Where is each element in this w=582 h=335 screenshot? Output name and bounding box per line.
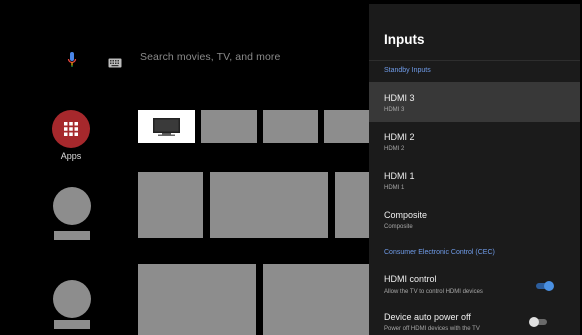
input-hdmi-1[interactable]: HDMI 1 HDMI 1: [369, 162, 580, 200]
input-hdmi-3[interactable]: HDMI 3 HDMI 3: [369, 82, 580, 122]
divider: [369, 60, 580, 61]
mic-icon[interactable]: [66, 51, 78, 69]
apps-label: Apps: [60, 151, 82, 161]
hdmi-control-setting[interactable]: HDMI control Allow the TV to control HDM…: [369, 266, 580, 300]
input-subtitle: HDMI 2: [384, 146, 405, 152]
device-auto-power-off-setting[interactable]: Device auto power off Power off HDMI dev…: [369, 304, 580, 335]
keyboard-icon[interactable]: [108, 55, 122, 68]
content-tile[interactable]: [335, 172, 369, 238]
input-title: Composite: [384, 210, 428, 220]
inputs-panel: Inputs Standby Inputs HDMI 3 HDMI 3 HDMI…: [369, 4, 580, 335]
input-subtitle: HDMI 1: [384, 185, 405, 191]
content-tile[interactable]: [138, 172, 203, 238]
search-input[interactable]: Search movies, TV, and more: [140, 51, 280, 63]
toggle-knob: [544, 281, 554, 291]
hdmi-control-toggle[interactable]: [534, 281, 554, 291]
content-tile[interactable]: [138, 264, 256, 335]
channel-label-placeholder: [54, 231, 90, 240]
app-tile[interactable]: [324, 110, 369, 143]
tv-screen: Search movies, TV, and more Apps Inputs …: [2, 4, 580, 335]
toggle-knob: [529, 317, 539, 327]
panel-title: Inputs: [384, 32, 425, 47]
channel-label-placeholder: [54, 320, 90, 329]
tv-icon: [153, 118, 180, 136]
channel-avatar[interactable]: [53, 280, 91, 318]
setting-title: HDMI control: [384, 274, 437, 284]
setting-title: Device auto power off: [384, 312, 471, 322]
standby-inputs-header: Standby Inputs: [384, 67, 431, 74]
channel-avatar[interactable]: [53, 187, 91, 225]
content-tile[interactable]: [210, 172, 328, 238]
input-subtitle: HDMI 3: [384, 107, 405, 113]
input-title: HDMI 1: [384, 171, 415, 181]
input-title: HDMI 2: [384, 132, 415, 142]
setting-subtitle: Allow the TV to control HDMI devices: [384, 289, 483, 295]
app-tile[interactable]: [263, 110, 318, 143]
device-auto-power-off-toggle[interactable]: [529, 317, 549, 327]
content-tile[interactable]: [263, 264, 369, 335]
tv-input-tile[interactable]: [138, 110, 195, 143]
input-composite[interactable]: Composite Composite: [369, 200, 580, 238]
setting-subtitle: Power off HDMI devices with the TV: [384, 326, 480, 332]
cec-header: Consumer Electronic Control (CEC): [384, 249, 495, 256]
input-hdmi-2[interactable]: HDMI 2 HDMI 2: [369, 122, 580, 162]
input-subtitle: Composite: [384, 224, 413, 230]
input-title: HDMI 3: [384, 93, 415, 103]
apps-button[interactable]: [52, 110, 90, 148]
apps-grid-icon: [64, 122, 78, 136]
app-tile[interactable]: [201, 110, 257, 143]
